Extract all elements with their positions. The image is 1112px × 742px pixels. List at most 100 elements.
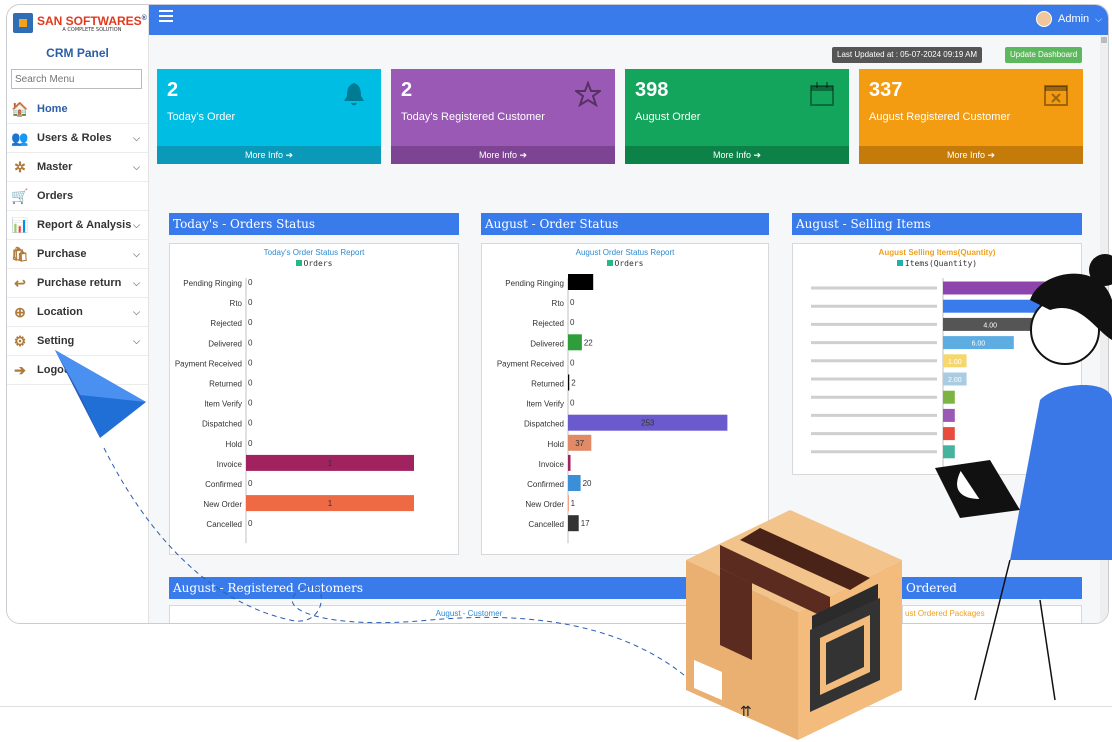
bar[interactable] (568, 475, 581, 491)
tick-label: Payment Received (175, 359, 242, 368)
data-label: 17 (581, 519, 590, 528)
sidebar-item-purchase[interactable]: 🛍 Purchase ⌵ (7, 240, 148, 269)
tick-label: Pending Ringing (183, 279, 242, 288)
data-label: 6.00 (972, 341, 986, 348)
bar[interactable] (943, 427, 955, 441)
sidebar-item-label: Home (37, 103, 68, 115)
ordered-chart: ust Ordered Packages (902, 605, 1082, 623)
sidebar-item-label: Master (37, 161, 73, 173)
tick-label: Cancelled (528, 520, 564, 529)
selling-items-bars: 4.00 6.00 1.00 2.00 (811, 278, 1061, 470)
avatar (1035, 11, 1052, 27)
chevron-down-icon: ⌵ (133, 306, 140, 317)
bar[interactable] (568, 334, 582, 351)
sidebar-item-report-analysis[interactable]: 📊 Report & Analysis ⌵ (7, 211, 148, 240)
bar[interactable] (568, 515, 579, 532)
more-info-link[interactable]: More Info ➔ (625, 146, 849, 164)
bar[interactable] (568, 274, 594, 290)
sidebar-item-label: Setting (37, 335, 75, 347)
more-info-link[interactable]: More Info ➔ (157, 146, 381, 164)
tick-label: Hold (226, 440, 242, 449)
tick-label: Payment Received (497, 359, 564, 368)
panel-title: CRM Panel (46, 46, 109, 60)
sidebar: SAN SOFTWARES® A COMPLETE SOLUTION CRM P… (7, 5, 149, 623)
data-label: 0 (570, 318, 575, 327)
bar[interactable] (943, 299, 1061, 313)
sidebar-item-master[interactable]: ✲ Master ⌵ (7, 153, 148, 182)
chevron-down-icon: ⌵ (1095, 13, 1102, 24)
purchase-return-icon: ↩ (14, 275, 26, 291)
stat-value: 337 (869, 79, 903, 101)
tick-label: Invoice (217, 460, 243, 469)
chart-title: August - Customer (435, 609, 503, 618)
more-info-link[interactable]: More Info ➔ (391, 146, 615, 164)
tick-label: New Order (203, 500, 242, 509)
sidebar-item-logout[interactable]: ➔ Logout (7, 356, 148, 385)
sidebar-item-label: Report & Analysis (37, 219, 132, 231)
calendar-x-icon (1044, 85, 1068, 106)
data-label: 22 (584, 338, 593, 347)
chart-legend: Items(Quantity) (793, 259, 1081, 268)
sidebar-item-label: Logout (37, 364, 75, 376)
data-label: 2 (571, 379, 576, 388)
star-icon (575, 81, 601, 107)
sidebar-item-label: Purchase return (37, 277, 122, 289)
data-label: 253 (641, 419, 655, 428)
sidebar-item-setting[interactable]: ⚙ Setting ⌵ (7, 327, 148, 356)
more-info-link[interactable]: More Info ➔ (859, 146, 1083, 164)
sidebar-item-location[interactable]: ⊕ Location ⌵ (7, 298, 148, 327)
bar[interactable] (568, 374, 570, 391)
sidebar-item-purchase-return[interactable]: ↩ Purchase return ⌵ (7, 269, 148, 298)
legend-swatch (896, 260, 903, 266)
selling-items-heading: August - Selling Items (792, 213, 1082, 235)
stat-value: 2 (167, 79, 179, 101)
today-status-chart: Today's Order Status Report Orders Pendi… (169, 243, 459, 555)
sidebar-item-label: Purchase (37, 248, 87, 260)
data-label: 0 (248, 419, 253, 428)
chart-title: August Order Status Report (575, 248, 675, 257)
sidebar-item-home[interactable]: 🏠 Home (7, 95, 148, 124)
tick-label: Confirmed (527, 480, 564, 489)
data-label: 1 (328, 459, 333, 468)
bar[interactable] (943, 390, 955, 404)
search-menu-input[interactable] (11, 69, 142, 89)
stat-label: August Order (635, 111, 701, 123)
data-label: 0 (570, 358, 575, 367)
gear-icon: ⚙ (13, 333, 27, 349)
chart-legend: Orders (482, 259, 768, 268)
home-icon: 🏠 (11, 101, 29, 117)
bar[interactable] (943, 408, 955, 422)
chart-title: August Selling Items(Quantity) (878, 248, 996, 257)
page-scrollbar[interactable] (1100, 35, 1108, 623)
sidebar-item-orders[interactable]: 🛒 Orders (7, 182, 148, 211)
bar[interactable] (943, 445, 955, 459)
master-icon: ✲ (14, 159, 26, 175)
bar[interactable] (568, 454, 571, 471)
tick-label: Item Verify (204, 400, 242, 409)
data-label: 0 (248, 479, 253, 488)
user-menu[interactable]: Admin ⌵ (1035, 11, 1102, 27)
tick-label: Confirmed (205, 480, 242, 489)
brand-logo[interactable]: SAN SOFTWARES® A COMPLETE SOLUTION (7, 5, 148, 41)
users-icon: 👥 (11, 130, 29, 146)
data-label: 4.00 (983, 322, 997, 329)
registered-customers-chart: August - Customer (169, 605, 769, 623)
august-status-chart: August Order Status Report Orders Pendin… (481, 243, 769, 555)
selling-items-chart: August Selling Items(Quantity) Items(Qua… (792, 243, 1082, 475)
registered-customers-heading: August - Registered Customers (169, 577, 769, 599)
today-status-bars: Pending Ringing 0Rto 0Rejected 0Delivered 0P… (175, 278, 414, 544)
update-dashboard-button[interactable]: Update Dashboard (1005, 47, 1083, 63)
registered-mark: ® (141, 15, 147, 22)
hamburger-menu-icon[interactable] (159, 10, 173, 24)
chevron-down-icon: ⌵ (133, 277, 140, 288)
bar[interactable] (568, 495, 569, 512)
tick-label: Invoice (539, 460, 565, 469)
chevron-down-icon: ⌵ (133, 219, 140, 230)
august-status-bars: Pending Ringing Rto 0 Rejected 0 Delivered 22 P… (497, 274, 728, 544)
data-label: 0 (248, 278, 253, 287)
bar[interactable] (943, 281, 1061, 295)
location-icon: ⊕ (14, 304, 26, 320)
logout-icon: ➔ (14, 362, 26, 378)
chevron-down-icon: ⌵ (133, 335, 140, 346)
sidebar-item-users-roles[interactable]: 👥 Users & Roles ⌵ (7, 124, 148, 153)
